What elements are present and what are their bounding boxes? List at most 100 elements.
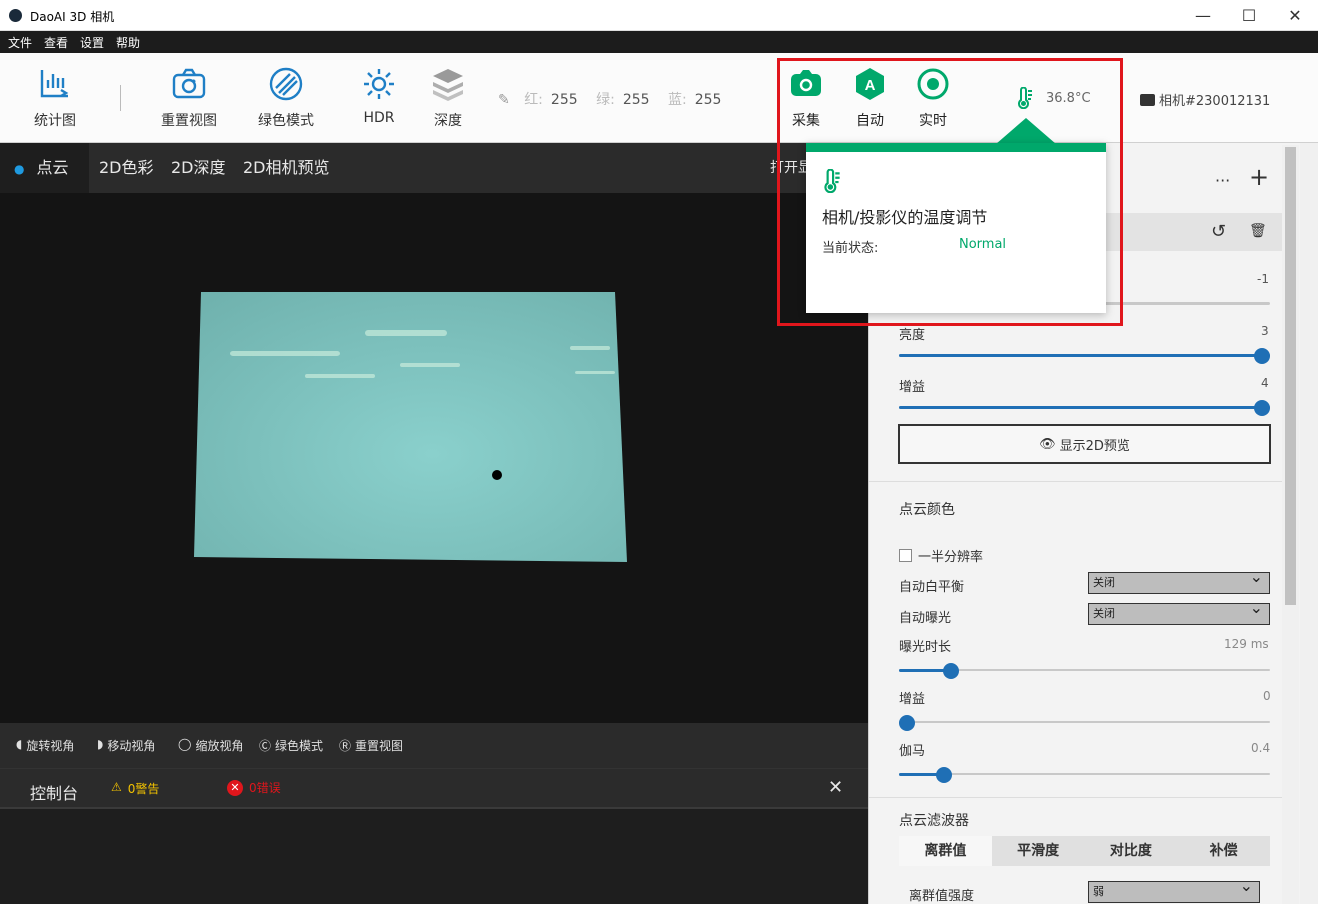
brightness-value: 3 bbox=[1261, 324, 1269, 338]
outlier-strength-select[interactable]: 弱 bbox=[1088, 876, 1260, 903]
hdr-label: HDR bbox=[363, 110, 395, 126]
blue-label: 蓝: bbox=[668, 92, 687, 108]
filter-tabs: 离群值 平滑度 对比度 补偿 bbox=[899, 836, 1270, 866]
hint-rotate-label: 旋转视角 bbox=[26, 739, 75, 753]
show-2d-label: 显示2D预览 bbox=[1059, 438, 1130, 454]
tab-2d-depth[interactable]: 2D深度 bbox=[161, 143, 236, 193]
show-2d-preview-button[interactable]: 👁 显示2D预览 bbox=[898, 424, 1271, 464]
brightness-label: 亮度 bbox=[899, 328, 926, 343]
tab-outlier[interactable]: 离群值 bbox=[899, 836, 992, 866]
mouse-left-icon: ◖ bbox=[16, 737, 23, 751]
green-mode-button[interactable]: 绿色模式 bbox=[258, 66, 314, 130]
gamma-value: 0.4 bbox=[1251, 741, 1271, 755]
half-res-checkbox[interactable]: 一半分辨率 bbox=[899, 546, 983, 565]
more-button[interactable]: ··· bbox=[1215, 171, 1230, 190]
green-mode-icon bbox=[269, 67, 303, 101]
trash-icon[interactable]: 🗑 bbox=[1249, 223, 1267, 239]
gain-thumb[interactable] bbox=[899, 715, 915, 731]
gamma-thumb[interactable] bbox=[935, 767, 952, 783]
exposure-slider[interactable] bbox=[899, 663, 1270, 679]
eyedropper-icon[interactable]: ✎ bbox=[498, 92, 510, 108]
depth-label: 深度 bbox=[434, 113, 462, 129]
checkbox-icon[interactable] bbox=[899, 549, 912, 562]
maximize-button[interactable]: ☐ bbox=[1226, 0, 1272, 31]
warning-count[interactable]: ⚠ 0警告 bbox=[111, 780, 159, 797]
gain-top-slider[interactable] bbox=[899, 400, 1270, 416]
scrollbar[interactable] bbox=[1282, 145, 1299, 904]
gain-top-thumb[interactable] bbox=[1254, 400, 1270, 416]
reset-icon[interactable]: ↺ bbox=[1211, 221, 1226, 242]
eye-icon: 👁 bbox=[1039, 436, 1056, 452]
exposure-thumb[interactable] bbox=[942, 663, 959, 679]
tab-2d-preview[interactable]: 2D相机预览 bbox=[233, 143, 340, 193]
hdr-button[interactable]: HDR bbox=[361, 66, 397, 126]
gamma-slider[interactable] bbox=[899, 767, 1270, 783]
ae-select[interactable]: 关闭 bbox=[1088, 598, 1270, 625]
highlight-box bbox=[777, 58, 1123, 326]
tab-2d-color[interactable]: 2D色彩 bbox=[89, 143, 164, 193]
brightness-slider[interactable] bbox=[899, 348, 1270, 364]
console-close-button[interactable]: ✕ bbox=[828, 777, 843, 798]
ae-label: 自动曝光 bbox=[899, 611, 952, 626]
divider bbox=[869, 797, 1299, 798]
menu-help[interactable]: 帮助 bbox=[116, 34, 140, 51]
tab-contrast[interactable]: 对比度 bbox=[1085, 836, 1178, 866]
scrollbar-thumb[interactable] bbox=[1285, 147, 1296, 605]
hint-rotate: ◖ 旋转视角 bbox=[16, 737, 74, 754]
rgb-readout: ✎ 红: 255 绿: 255 蓝: 255 bbox=[498, 89, 721, 109]
sun-icon bbox=[364, 69, 394, 99]
tab-point-cloud[interactable]: ● 点云 bbox=[0, 143, 89, 193]
menu-file[interactable]: 文件 bbox=[8, 34, 32, 51]
app-logo-icon bbox=[9, 9, 22, 22]
stats-button[interactable]: 统计图 bbox=[34, 66, 76, 130]
console-title: 控制台 bbox=[30, 784, 79, 803]
view-tabs: ● 点云 2D色彩 2D深度 2D相机预览 打开显 bbox=[0, 143, 868, 193]
menu-settings[interactable]: 设置 bbox=[80, 34, 104, 51]
top-slider-value: -1 bbox=[1257, 272, 1269, 286]
depth-button[interactable]: 深度 bbox=[430, 66, 466, 130]
minimize-button[interactable]: — bbox=[1180, 0, 1226, 31]
title-bar: DaoAI 3D 相机 — ☐ ✕ bbox=[0, 0, 1318, 31]
camera-small-icon bbox=[1140, 93, 1155, 106]
exposure-label: 曝光时长 bbox=[899, 640, 952, 655]
gain-label: 增益 bbox=[899, 692, 926, 707]
camera-reset-icon bbox=[172, 68, 206, 99]
gain-slider[interactable] bbox=[899, 715, 1270, 731]
camera-id-label: 相机#230012131 bbox=[1159, 94, 1271, 109]
warning-icon: ⚠ bbox=[111, 780, 122, 794]
blue-value: 255 bbox=[694, 92, 722, 108]
awb-select[interactable]: 关闭 bbox=[1088, 567, 1270, 594]
stats-label: 统计图 bbox=[34, 113, 76, 129]
reset-view-button[interactable]: 重置视图 bbox=[161, 66, 217, 130]
hint-zoom: ◯ 缩放视角 bbox=[178, 737, 243, 754]
brightness-thumb[interactable] bbox=[1254, 348, 1270, 364]
toolbar-divider bbox=[120, 85, 121, 111]
tab-point-cloud-label: 点云 bbox=[36, 158, 69, 177]
point-cloud-viewport[interactable] bbox=[0, 193, 868, 723]
layers-icon bbox=[433, 69, 463, 101]
color-section-title: 点云颜色 bbox=[899, 502, 955, 518]
add-button[interactable]: + bbox=[1249, 165, 1269, 189]
green-label: 绿: bbox=[596, 92, 615, 108]
awb-label: 自动白平衡 bbox=[899, 580, 965, 595]
mouse-wheel-icon: ◯ bbox=[178, 737, 192, 751]
close-window-button[interactable]: ✕ bbox=[1272, 0, 1318, 31]
hint-green-label: 绿色模式 bbox=[275, 739, 324, 753]
console-panel: 控制台 ⚠ 0警告 ✕ 0错误 ✕ bbox=[0, 768, 868, 904]
hint-zoom-label: 缩放视角 bbox=[195, 739, 244, 753]
menu-view[interactable]: 查看 bbox=[44, 34, 68, 51]
error-icon: ✕ bbox=[227, 779, 243, 796]
red-value: 255 bbox=[550, 92, 578, 108]
point-cloud-render bbox=[194, 292, 627, 562]
warning-count-label: 0警告 bbox=[127, 782, 160, 796]
mouse-right-icon: ◗ bbox=[97, 737, 104, 751]
gain-top-fill bbox=[899, 406, 1270, 409]
tab-compensation[interactable]: 补偿 bbox=[1177, 836, 1270, 866]
tab-smoothness[interactable]: 平滑度 bbox=[992, 836, 1085, 866]
green-value: 255 bbox=[622, 92, 650, 108]
hint-pan: ◗ 移动视角 bbox=[97, 737, 155, 754]
outlier-strength-label: 离群值强度 bbox=[909, 889, 975, 904]
error-count[interactable]: ✕ 0错误 bbox=[227, 779, 281, 796]
red-label: 红: bbox=[524, 92, 543, 108]
filter-section-title: 点云滤波器 bbox=[899, 813, 969, 829]
